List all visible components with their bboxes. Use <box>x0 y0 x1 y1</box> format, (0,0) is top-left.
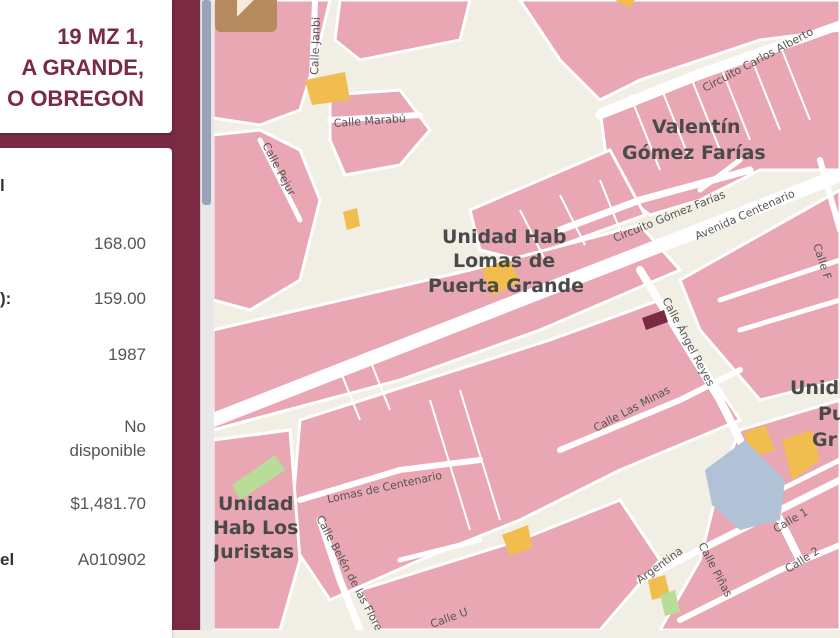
map-label-gr-right: Gr <box>812 429 838 451</box>
map-label-gomez-farias: Gómez Farías <box>622 142 766 164</box>
info-row-5-value: $1,481.70 <box>70 494 146 513</box>
map-label-valentin: Valentín <box>652 116 741 138</box>
info-row-2-value: 159.00 <box>94 289 146 308</box>
street-label-janbi: Calle Janbi <box>308 17 323 75</box>
address-line-1: 19 MZ 1, <box>57 24 144 49</box>
info-row-4-value: No disponible <box>69 417 146 460</box>
arrow-icon: ◤ <box>237 0 254 19</box>
info-row-2-label: ): <box>0 289 12 308</box>
info-row-3-value: 1987 <box>108 345 146 364</box>
property-info-card: l 168.00 ): 159.00 1987 No disponible $1… <box>0 148 172 638</box>
address-line-2: A GRANDE, <box>21 55 144 80</box>
map-navigation-button[interactable]: ◤ <box>215 0 277 32</box>
map-label-unid-right: Unid <box>790 377 839 399</box>
map-label-unidad-los-juristas: Unidad <box>218 493 294 515</box>
map-label-hab-los: Hab Los <box>213 517 298 539</box>
map-label-pu-right: Pu <box>818 403 840 425</box>
address-line-3: O OBREGON <box>7 86 144 111</box>
map-label-puerta-grande: Puerta Grande <box>428 275 584 297</box>
map-label-juristas: Juristas <box>211 541 294 563</box>
info-header-fragment: l <box>0 176 5 195</box>
info-row-6-label: el <box>0 550 15 569</box>
map-label-tepeaca: epeaca <box>510 0 586 1</box>
map-label-unidad-hab: Unidad Hab <box>442 226 566 248</box>
address-card: 19 MZ 1, A GRANDE, O OBREGON <box>0 0 172 133</box>
map-label-lomas-de: Lomas de <box>453 250 555 272</box>
scrollbar-thumb[interactable] <box>202 0 211 205</box>
info-row-6-value: A010902 <box>77 550 146 569</box>
info-row-1-value: 168.00 <box>94 234 146 253</box>
